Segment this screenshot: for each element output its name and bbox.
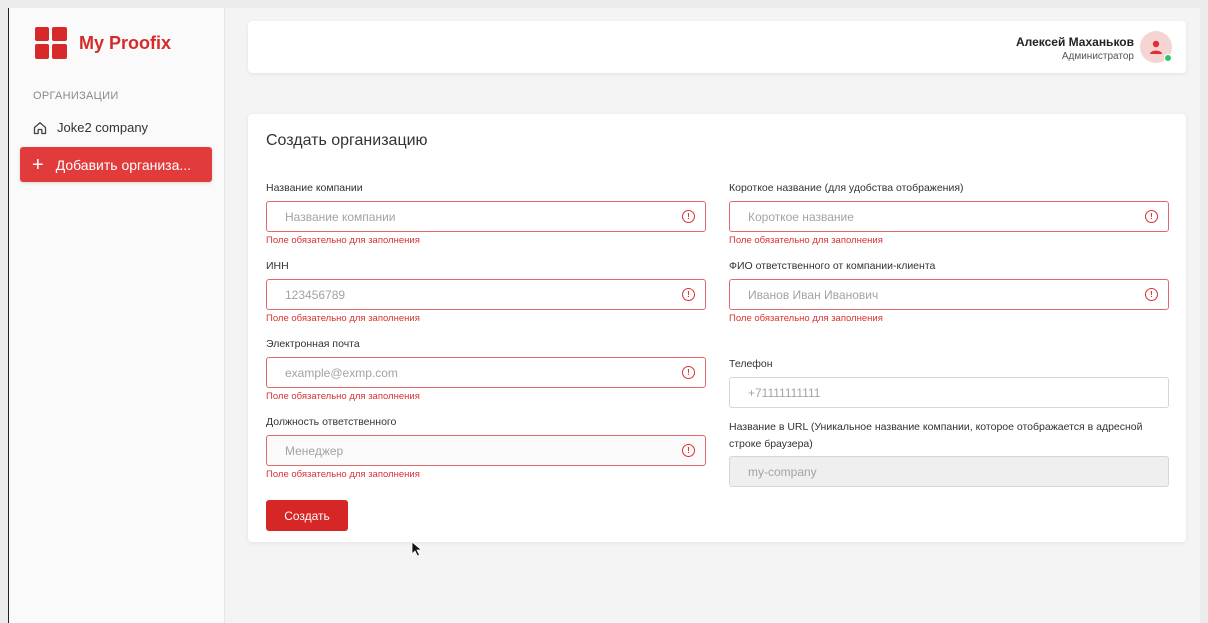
inn-field: ИНН ! Поле обязательно для заполнения (266, 259, 706, 324)
top-bar: Алексей Маханьков Администратор (248, 21, 1186, 73)
form-title: Создать организацию (266, 132, 428, 149)
app-window: My Proofix ОРГАНИЗАЦИИ Joke2 company + Д… (8, 8, 1200, 623)
inn-error: Поле обязательно для заполнения (266, 313, 420, 324)
alert-circle-icon: ! (1145, 288, 1158, 301)
short-name-field: Короткое название (для удобства отображе… (729, 181, 1169, 246)
alert-circle-icon: ! (682, 366, 695, 379)
brand-name: My Proofix (79, 32, 172, 53)
position-field: Должность ответственного ! Поле обязател… (266, 415, 706, 480)
mouse-cursor-icon (411, 541, 423, 557)
email-input[interactable] (267, 358, 705, 387)
company-name-error: Поле обязательно для заполнения (266, 235, 420, 246)
create-organization-form: Создать организацию Название компании ! … (248, 114, 1186, 542)
create-button[interactable]: Создать (266, 500, 348, 531)
avatar[interactable] (1140, 31, 1172, 63)
inn-input[interactable] (267, 280, 705, 309)
alert-circle-icon: ! (1145, 210, 1158, 223)
email-label: Электронная почта (266, 338, 360, 350)
alert-circle-icon: ! (682, 444, 695, 457)
logo-icon (35, 27, 67, 59)
email-field: Электронная почта ! Поле обязательно для… (266, 337, 706, 402)
short-name-input[interactable] (730, 202, 1168, 231)
short-name-error: Поле обязательно для заполнения (729, 235, 883, 246)
url-name-label: Название в URL (Уникальное название комп… (729, 421, 1143, 450)
alert-circle-icon: ! (682, 288, 695, 301)
company-name-field: Название компании ! Поле обязательно для… (266, 181, 706, 246)
add-organization-button[interactable]: + Добавить организа... (20, 147, 212, 182)
alert-circle-icon: ! (682, 210, 695, 223)
url-name-input[interactable] (730, 457, 1168, 486)
sidebar: My Proofix ОРГАНИЗАЦИИ Joke2 company + Д… (9, 8, 225, 623)
responsible-field: ФИО ответственного от компании-клиента !… (729, 259, 1169, 324)
logo[interactable]: My Proofix (35, 27, 171, 59)
phone-label: Телефон (729, 358, 773, 370)
responsible-error: Поле обязательно для заполнения (729, 313, 883, 324)
phone-field: Телефон (729, 357, 1169, 408)
sidebar-section-title: ОРГАНИЗАЦИИ (33, 90, 119, 102)
position-error: Поле обязательно для заполнения (266, 469, 420, 480)
responsible-input[interactable] (730, 280, 1168, 309)
sidebar-item-joke2-company[interactable]: Joke2 company (33, 120, 148, 135)
user-role: Администратор (1061, 51, 1134, 62)
user-info: Алексей Маханьков Администратор (1016, 35, 1134, 62)
add-organization-label: Добавить организа... (55, 156, 192, 173)
plus-icon: + (32, 153, 44, 176)
company-name-input[interactable] (267, 202, 705, 231)
phone-input[interactable] (730, 378, 1168, 407)
sidebar-item-label: Joke2 company (57, 120, 149, 135)
home-icon (33, 121, 47, 134)
responsible-label: ФИО ответственного от компании-клиента (729, 260, 936, 272)
email-error: Поле обязательно для заполнения (266, 391, 420, 402)
short-name-label: Короткое название (для удобства отображе… (729, 182, 964, 194)
url-name-field: Название в URL (Уникальное название комп… (729, 419, 1169, 487)
company-name-label: Название компании (266, 182, 363, 194)
user-name: Алексей Маханьков (1015, 35, 1134, 49)
position-label: Должность ответственного (266, 416, 397, 428)
inn-label: ИНН (266, 260, 289, 272)
online-status-dot (1164, 54, 1172, 62)
user-icon (1150, 40, 1162, 54)
position-input[interactable] (267, 436, 705, 465)
